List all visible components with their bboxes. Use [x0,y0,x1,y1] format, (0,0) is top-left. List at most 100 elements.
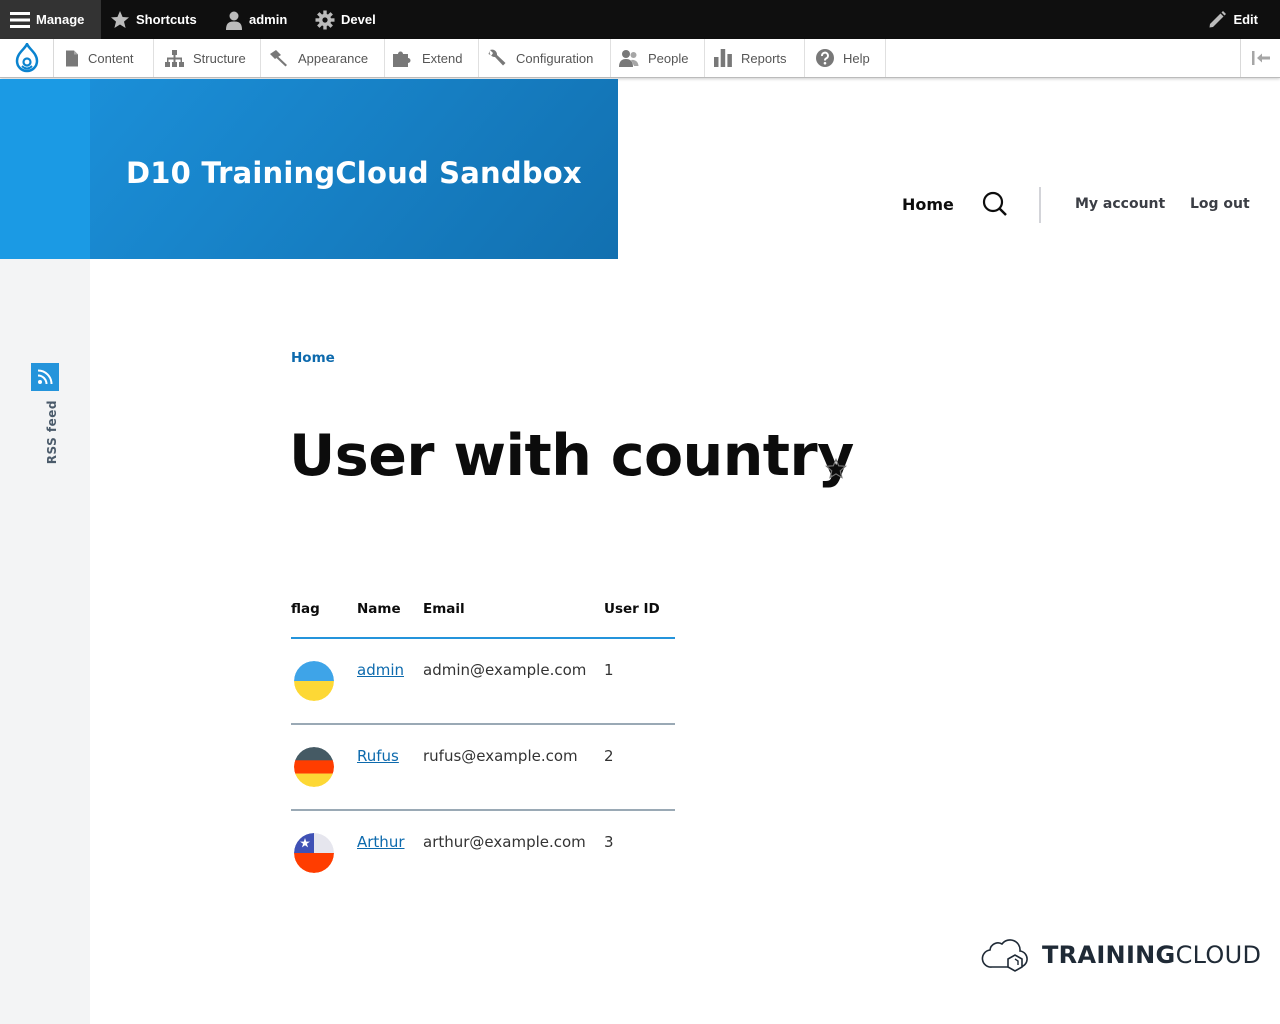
wordmark-light: CLOUD [1175,941,1262,969]
drupal-logo-link[interactable] [0,39,54,77]
site-branding: D10 TrainingCloud Sandbox [90,79,618,259]
flag-cell [291,723,357,810]
uid-cell: 3 [604,809,675,896]
germany-flag-icon [294,747,334,787]
tray-label-configuration: Configuration [516,50,594,66]
edit-label: Edit [1233,12,1258,27]
devel-label: Devel [341,12,376,27]
pencil-icon [1209,11,1227,28]
star-outline-icon [825,457,847,479]
tray-item-extend[interactable]: Extend [385,39,479,77]
user-id-text: 2 [604,747,614,765]
hamburger-icon [10,11,30,28]
people-icon [619,50,639,67]
site-name[interactable]: D10 TrainingCloud Sandbox [90,148,582,190]
tray-item-configuration[interactable]: Configuration [479,39,611,77]
tray-orientation-toggle[interactable] [1240,39,1280,77]
email-cell: arthur@example.com [423,809,604,896]
table-row: Arthur arthur@example.com 3 [291,809,675,896]
rss-feed-label[interactable]: RSS feed [45,400,59,464]
manage-label: Manage [36,12,85,27]
tray-item-structure[interactable]: Structure [154,39,261,77]
left-sidebar: RSS feed [0,79,90,1024]
user-id-text: 1 [604,661,614,679]
user-icon [226,11,242,30]
email-text: rufus@example.com [423,747,578,765]
collapse-left-icon [1251,51,1270,65]
sidebar-header-block [0,79,90,259]
shortcuts-label: Shortcuts [136,12,197,27]
tray-label-content: Content [88,50,134,66]
user-id-text: 3 [604,833,614,851]
tray-label-appearance: Appearance [298,50,369,66]
nav-home-link[interactable]: Home [902,195,954,214]
my-account-link[interactable]: My account [1075,196,1165,212]
help-icon [816,49,834,67]
breadcrumb-home-link[interactable]: Home [291,350,335,366]
uid-cell: 2 [604,723,675,810]
user-menu-label: admin [249,12,288,27]
chile-flag-icon [294,833,334,873]
puzzle-icon [393,51,411,67]
email-cell: rufus@example.com [423,723,604,810]
shortcuts-button[interactable]: Shortcuts [110,0,197,39]
header-name[interactable]: Name [357,600,423,639]
search-button[interactable] [982,191,1008,221]
header-email[interactable]: Email [423,600,604,639]
flag-cell [291,638,357,724]
name-cell: Rufus [357,723,423,810]
user-link[interactable]: Arthur [357,833,405,851]
tray-item-reports[interactable]: Reports [705,39,805,77]
table-row: admin admin@example.com 1 [291,638,675,724]
cloud-icon [981,939,1028,972]
header-user-id[interactable]: User ID [604,600,675,639]
tray-label-people: People [648,50,689,66]
paintbrush-icon [270,50,287,67]
edit-button[interactable]: Edit [1208,0,1258,39]
rss-feed-button[interactable] [31,363,59,391]
tray-label-structure: Structure [193,50,246,66]
drupal-drop-icon [15,43,38,73]
tray-label-reports: Reports [741,50,787,66]
name-cell: admin [357,638,423,724]
email-cell: admin@example.com [423,638,604,724]
tray-item-help[interactable]: Help [805,39,886,77]
page-title: User with country [289,423,854,489]
file-icon [66,50,78,66]
users-table: flag Name Email User ID admin admin@exam… [291,600,675,896]
user-link[interactable]: Rufus [357,747,399,765]
wrench-icon [488,49,506,66]
tray-item-people[interactable]: People [611,39,705,77]
gear-icon [315,10,335,29]
devel-button[interactable]: Devel [315,0,376,39]
search-icon [982,191,1007,216]
rss-icon [37,369,53,385]
uid-cell: 1 [604,638,675,724]
manage-button[interactable]: Manage [0,0,101,39]
bar-chart-icon [714,49,732,67]
trainingcloud-wordmark: TRAININGCLOUD [1042,941,1261,969]
tray-label-extend: Extend [422,50,463,66]
admin-toolbar: Manage Shortcuts admin Devel Edit [0,0,1280,39]
nav-divider [1039,187,1041,223]
name-cell: Arthur [357,809,423,896]
header-flag: flag [291,600,357,639]
shortcut-star-button[interactable] [825,457,847,483]
trainingcloud-logo[interactable]: TRAININGCLOUD [980,935,1261,975]
user-menu-button[interactable]: admin [225,0,287,39]
admin-tray: Content Structure Appearance Extend Conf… [0,39,1280,78]
star-icon [111,10,129,28]
ukraine-flag-icon [294,661,334,701]
table-row: Rufus rufus@example.com 2 [291,723,675,810]
sitemap-icon [165,49,184,67]
user-link[interactable]: admin [357,661,404,679]
log-out-link[interactable]: Log out [1190,196,1250,212]
tray-item-appearance[interactable]: Appearance [261,39,385,77]
email-text: arthur@example.com [423,833,586,851]
tray-label-help: Help [843,50,870,66]
table-header-row: flag Name Email User ID [291,600,675,639]
tray-item-content[interactable]: Content [54,39,154,77]
wordmark-bold: TRAINING [1042,941,1176,969]
email-text: admin@example.com [423,661,587,679]
flag-cell [291,809,357,896]
